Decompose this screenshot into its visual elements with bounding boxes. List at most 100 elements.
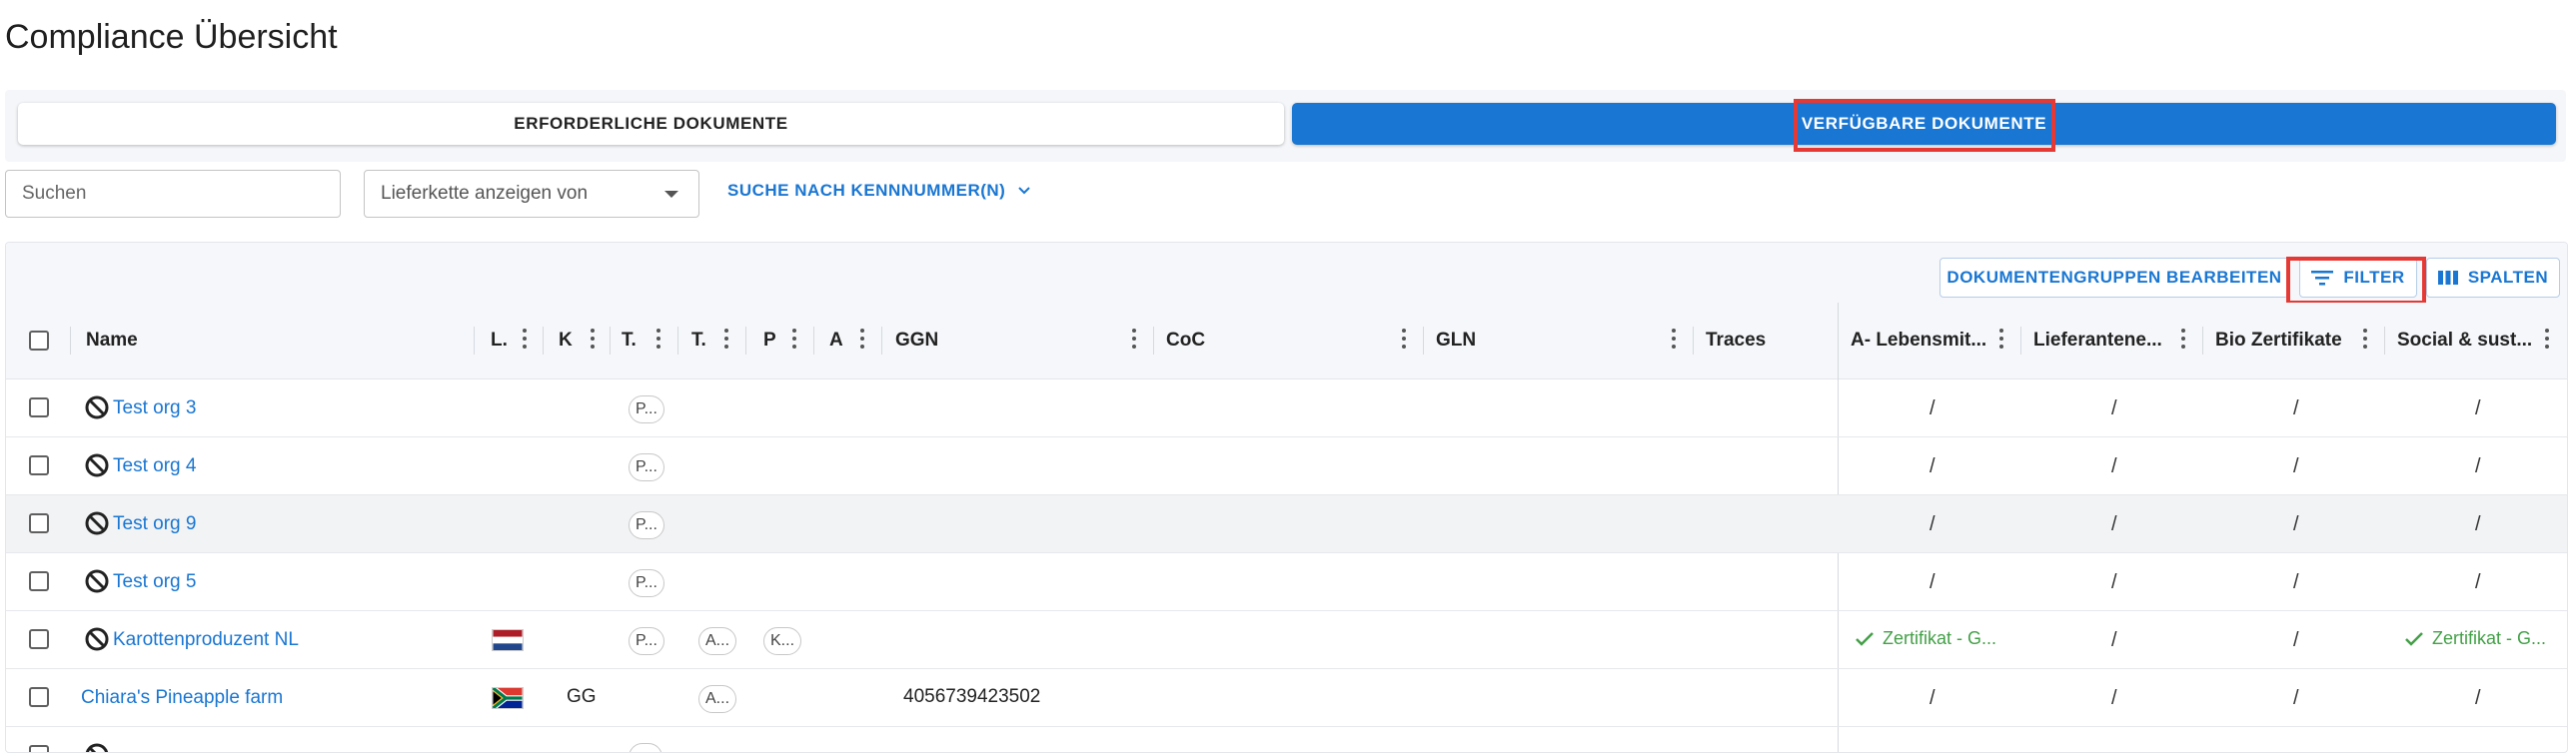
search-input[interactable]: [5, 170, 341, 218]
k-value: GG: [567, 686, 597, 707]
chip: A...: [698, 627, 737, 655]
row-checkbox[interactable]: [29, 455, 49, 475]
column-menu-icon[interactable]: [655, 329, 661, 351]
doc-status: /: [1930, 397, 1935, 419]
blocked-icon: [85, 627, 109, 651]
column-header-social[interactable]: Social & sust...: [2397, 303, 2532, 378]
column-header-lieferanten[interactable]: Lieferantene...: [2033, 303, 2162, 378]
column-header-a[interactable]: A: [829, 303, 843, 378]
row-checkbox[interactable]: [29, 629, 49, 649]
check-icon: [2405, 631, 2423, 646]
doc-status: /: [2475, 687, 2481, 709]
doc-status: /: [2475, 513, 2481, 535]
column-header-traces[interactable]: Traces: [1706, 303, 1766, 378]
column-menu-icon[interactable]: [723, 329, 729, 351]
row-checkbox[interactable]: [29, 397, 49, 417]
row-checkbox[interactable]: [29, 571, 49, 591]
column-header-t2[interactable]: T.: [691, 303, 706, 378]
chip: P...: [629, 395, 664, 423]
select-all-checkbox[interactable]: [29, 331, 49, 351]
column-menu-icon[interactable]: [791, 329, 797, 351]
chip: A...: [698, 685, 737, 713]
document-tabs: ERFORDERLICHE DOKUMENTE VERFÜGBARE DOKUM…: [5, 90, 2566, 162]
id-search-label: SUCHE NACH KENNNUMMER(N): [727, 181, 1006, 200]
supply-chain-select[interactable]: Lieferkette anzeigen von: [364, 170, 699, 218]
column-menu-icon[interactable]: [1998, 329, 2004, 351]
table-row[interactable]: Karottenproduzent NL P... A... K... Zert…: [6, 611, 2567, 669]
org-name-link[interactable]: Test org 9: [113, 495, 196, 552]
certificate-status[interactable]: Zertifikat - G...: [2404, 628, 2546, 649]
doc-status: /: [2111, 513, 2117, 535]
column-menu-icon[interactable]: [1671, 329, 1677, 351]
doc-status: /: [1930, 455, 1935, 477]
blocked-icon: [85, 569, 109, 593]
table-row[interactable]: Test org 3 P... / / / /: [6, 379, 2567, 437]
chip: P...: [629, 569, 664, 597]
tab-required-documents[interactable]: ERFORDERLICHE DOKUMENTE: [18, 103, 1284, 145]
column-header-ggn[interactable]: GGN: [895, 303, 938, 378]
column-header-k[interactable]: K: [559, 303, 573, 378]
doc-status: /: [2475, 455, 2481, 477]
column-header-gln[interactable]: GLN: [1436, 303, 1476, 378]
column-menu-icon[interactable]: [859, 329, 865, 351]
supply-chain-select-label: Lieferkette anzeigen von: [381, 183, 589, 204]
row-checkbox[interactable]: [29, 513, 49, 533]
row-checkbox[interactable]: [29, 687, 49, 707]
column-header-t1[interactable]: T.: [622, 303, 637, 378]
org-name-link[interactable]: Test org 4: [113, 437, 196, 494]
columns-label: SPALTEN: [2467, 268, 2549, 287]
blocked-icon: [85, 395, 109, 419]
doc-status: /: [2293, 571, 2299, 593]
chip: [629, 743, 662, 752]
certificate-label: Zertifikat - G...: [2432, 628, 2547, 648]
highlight-available-tab: [1794, 99, 2055, 152]
column-header-coc[interactable]: CoC: [1166, 303, 1205, 378]
columns-button[interactable]: SPALTEN: [2426, 258, 2560, 298]
column-menu-icon[interactable]: [1131, 329, 1137, 351]
column-header-p[interactable]: P: [763, 303, 776, 378]
row-checkbox[interactable]: [29, 745, 49, 752]
org-name-link[interactable]: Karottenproduzent NL: [113, 611, 299, 668]
doc-status: /: [2293, 629, 2299, 651]
doc-status: /: [2111, 687, 2117, 709]
doc-status: /: [1930, 513, 1935, 535]
org-name-link[interactable]: Test org 5: [113, 553, 196, 610]
doc-status: /: [2293, 397, 2299, 419]
certificate-status[interactable]: Zertifikat - G...: [1855, 628, 1996, 649]
grid-header: Name L. K T. T. P A GGN CoC GLN Traces A…: [6, 303, 2567, 379]
dropdown-arrow-icon: [664, 191, 678, 198]
table-row[interactable]: [6, 727, 2567, 752]
org-name-link[interactable]: Chiara's Pineapple farm: [81, 669, 283, 726]
blocked-icon: [85, 453, 109, 477]
org-name-link[interactable]: Test org 3: [113, 379, 196, 436]
column-menu-icon[interactable]: [1401, 329, 1407, 351]
column-header-name[interactable]: Name: [86, 303, 138, 378]
table-row[interactable]: Test org 9 P... / / / /: [6, 495, 2567, 553]
column-header-bio[interactable]: Bio Zertifikate: [2215, 303, 2342, 378]
column-menu-icon[interactable]: [590, 329, 596, 351]
column-menu-icon[interactable]: [2180, 329, 2186, 351]
blocked-icon: [85, 743, 109, 752]
grid-toolbar: DOKUMENTENGRUPPEN BEARBEITEN FILTER SPAL…: [6, 243, 2567, 303]
doc-status: /: [2111, 455, 2117, 477]
column-menu-icon[interactable]: [522, 329, 528, 351]
chevron-down-icon: [1018, 187, 1031, 195]
chip: P...: [629, 453, 664, 481]
edit-document-groups-button[interactable]: DOKUMENTENGRUPPEN BEARBEITEN: [1939, 258, 2289, 298]
doc-status: /: [1930, 687, 1935, 709]
doc-status: /: [2111, 397, 2117, 419]
id-search-button[interactable]: SUCHE NACH KENNNUMMER(N): [727, 181, 1031, 201]
column-header-l[interactable]: L.: [491, 303, 508, 378]
column-menu-icon[interactable]: [2544, 329, 2550, 351]
chip: P...: [629, 627, 664, 655]
column-menu-icon[interactable]: [2362, 329, 2368, 351]
doc-status: /: [2111, 571, 2117, 593]
table-row[interactable]: Chiara's Pineapple farm GG A... 40567394…: [6, 669, 2567, 727]
compliance-grid: DOKUMENTENGRUPPEN BEARBEITEN FILTER SPAL…: [5, 242, 2568, 753]
certificate-label: Zertifikat - G...: [1883, 628, 1997, 648]
highlight-filter-button: [2286, 257, 2426, 305]
ggn-value: 4056739423502: [903, 686, 1041, 707]
table-row[interactable]: Test org 4 P... / / / /: [6, 437, 2567, 495]
column-header-a-lebensmittel[interactable]: A- Lebensmit...: [1851, 303, 1986, 378]
table-row[interactable]: Test org 5 P... / / / /: [6, 553, 2567, 611]
